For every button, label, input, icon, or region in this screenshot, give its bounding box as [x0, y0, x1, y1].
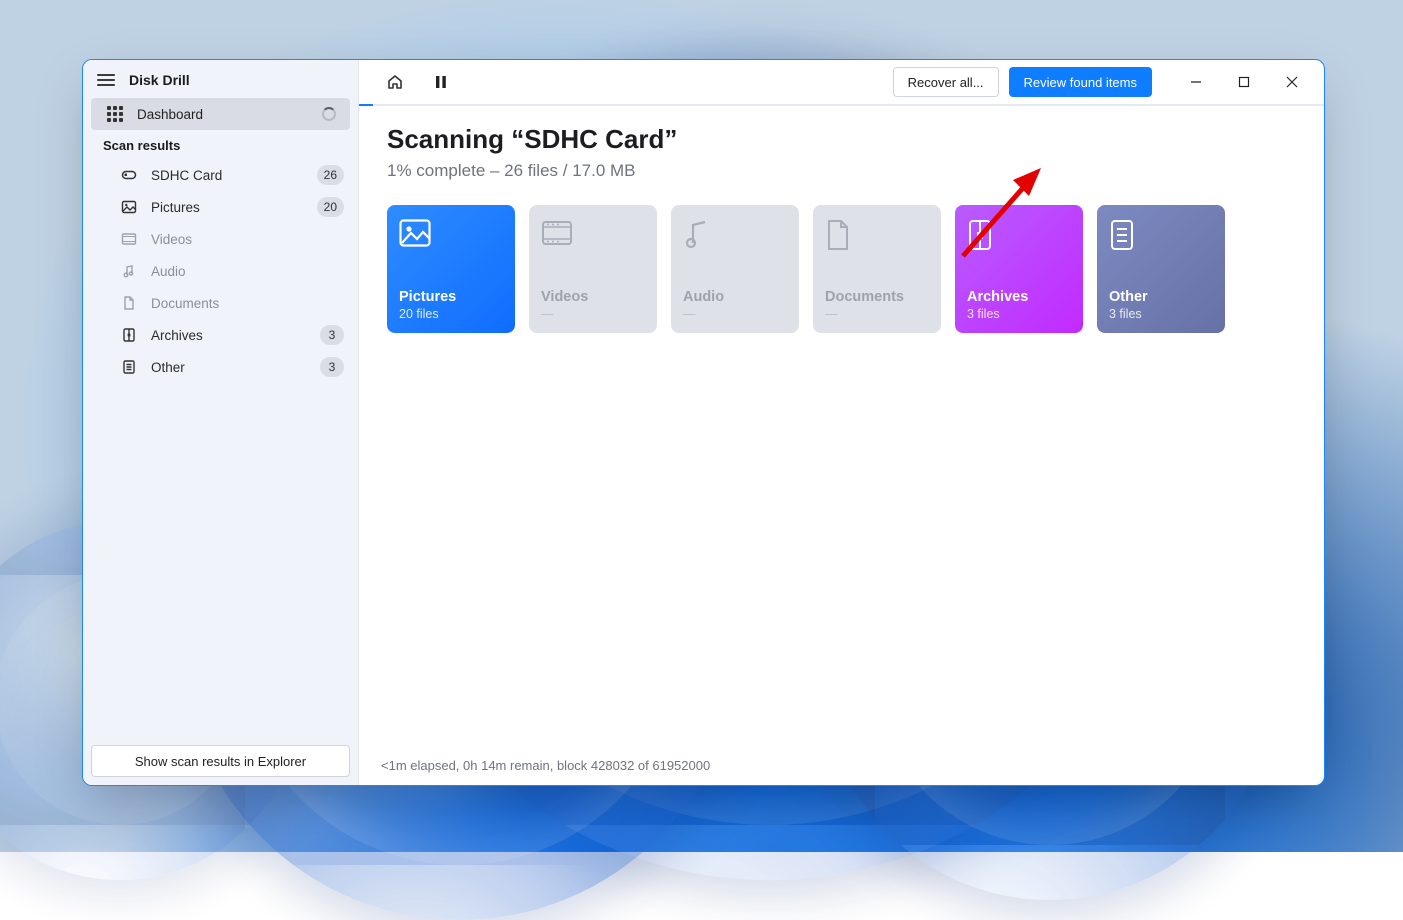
- card-sub: 20 files: [399, 307, 503, 321]
- audio-icon: [683, 219, 787, 249]
- card-documents[interactable]: Documents —: [813, 205, 941, 333]
- window-controls: [1172, 66, 1316, 98]
- sidebar-item-label: Pictures: [151, 200, 303, 215]
- sidebar: Disk Drill Dashboard Scan results SDHC C…: [83, 60, 359, 785]
- archives-icon: [121, 327, 137, 343]
- sidebar-item-other[interactable]: Other 3: [83, 351, 358, 383]
- window-maximize-button[interactable]: [1220, 66, 1268, 98]
- card-pictures[interactable]: Pictures 20 files: [387, 205, 515, 333]
- home-button[interactable]: [377, 66, 413, 98]
- loading-spinner-icon: [322, 107, 336, 121]
- count-badge: 3: [320, 325, 344, 345]
- card-label: Audio: [683, 289, 787, 305]
- card-label: Other: [1109, 289, 1213, 305]
- card-sub: —: [683, 307, 787, 321]
- archives-icon: [967, 219, 1071, 249]
- count-badge: 3: [320, 357, 344, 377]
- count-badge: 20: [317, 197, 344, 217]
- card-label: Videos: [541, 289, 645, 305]
- card-sub: —: [541, 307, 645, 321]
- card-archives[interactable]: Archives 3 files: [955, 205, 1083, 333]
- card-audio[interactable]: Audio —: [671, 205, 799, 333]
- drive-icon: [121, 167, 137, 183]
- card-videos[interactable]: Videos —: [529, 205, 657, 333]
- main-pane: Recover all... Review found items Scanni…: [359, 60, 1324, 785]
- sidebar-item-audio[interactable]: Audio: [83, 255, 358, 287]
- sidebar-item-documents[interactable]: Documents: [83, 287, 358, 319]
- scan-title: Scanning “SDHC Card”: [387, 124, 1296, 155]
- pictures-icon: [121, 199, 137, 215]
- card-sub: 3 files: [967, 307, 1071, 321]
- sidebar-item-label: Documents: [151, 296, 344, 311]
- count-badge: 26: [317, 165, 344, 185]
- content-area: Scanning “SDHC Card” 1% complete – 26 fi…: [359, 106, 1324, 750]
- menu-icon[interactable]: [97, 74, 115, 86]
- recover-all-button[interactable]: Recover all...: [893, 67, 999, 97]
- sidebar-item-label: Archives: [151, 328, 306, 343]
- documents-icon: [825, 219, 929, 249]
- card-sub: —: [825, 307, 929, 321]
- sidebar-item-label: Other: [151, 360, 306, 375]
- pause-button[interactable]: [423, 66, 459, 98]
- videos-icon: [541, 219, 645, 249]
- other-icon: [121, 359, 137, 375]
- sidebar-item-label: SDHC Card: [151, 168, 303, 183]
- window-minimize-button[interactable]: [1172, 66, 1220, 98]
- sidebar-item-dashboard[interactable]: Dashboard: [91, 98, 350, 130]
- pictures-icon: [399, 219, 503, 249]
- sidebar-group-title: Scan results: [83, 130, 358, 159]
- scan-subtitle: 1% complete – 26 files / 17.0 MB: [387, 161, 1296, 181]
- app-window: Disk Drill Dashboard Scan results SDHC C…: [82, 59, 1325, 786]
- documents-icon: [121, 295, 137, 311]
- sidebar-item-archives[interactable]: Archives 3: [83, 319, 358, 351]
- toolbar: Recover all... Review found items: [359, 60, 1324, 104]
- category-cards: Pictures 20 files Videos — Audio —: [387, 205, 1296, 333]
- card-label: Archives: [967, 289, 1071, 305]
- sidebar-item-videos[interactable]: Videos: [83, 223, 358, 255]
- audio-icon: [121, 263, 137, 279]
- sidebar-item-pictures[interactable]: Pictures 20: [83, 191, 358, 223]
- sidebar-item-label: Audio: [151, 264, 344, 279]
- dashboard-icon: [107, 106, 123, 122]
- other-icon: [1109, 219, 1213, 249]
- sidebar-item-sdhc-card[interactable]: SDHC Card 26: [83, 159, 358, 191]
- window-close-button[interactable]: [1268, 66, 1316, 98]
- app-title: Disk Drill: [129, 72, 190, 88]
- card-label: Documents: [825, 289, 929, 305]
- sidebar-item-label: Videos: [151, 232, 344, 247]
- status-footer: <1m elapsed, 0h 14m remain, block 428032…: [359, 750, 1324, 785]
- sidebar-item-label: Dashboard: [137, 107, 308, 122]
- card-label: Pictures: [399, 289, 503, 305]
- card-other[interactable]: Other 3 files: [1097, 205, 1225, 333]
- card-sub: 3 files: [1109, 307, 1213, 321]
- videos-icon: [121, 231, 137, 247]
- app-header: Disk Drill: [83, 60, 358, 98]
- review-found-items-button[interactable]: Review found items: [1009, 67, 1152, 97]
- show-in-explorer-button[interactable]: Show scan results in Explorer: [91, 745, 350, 777]
